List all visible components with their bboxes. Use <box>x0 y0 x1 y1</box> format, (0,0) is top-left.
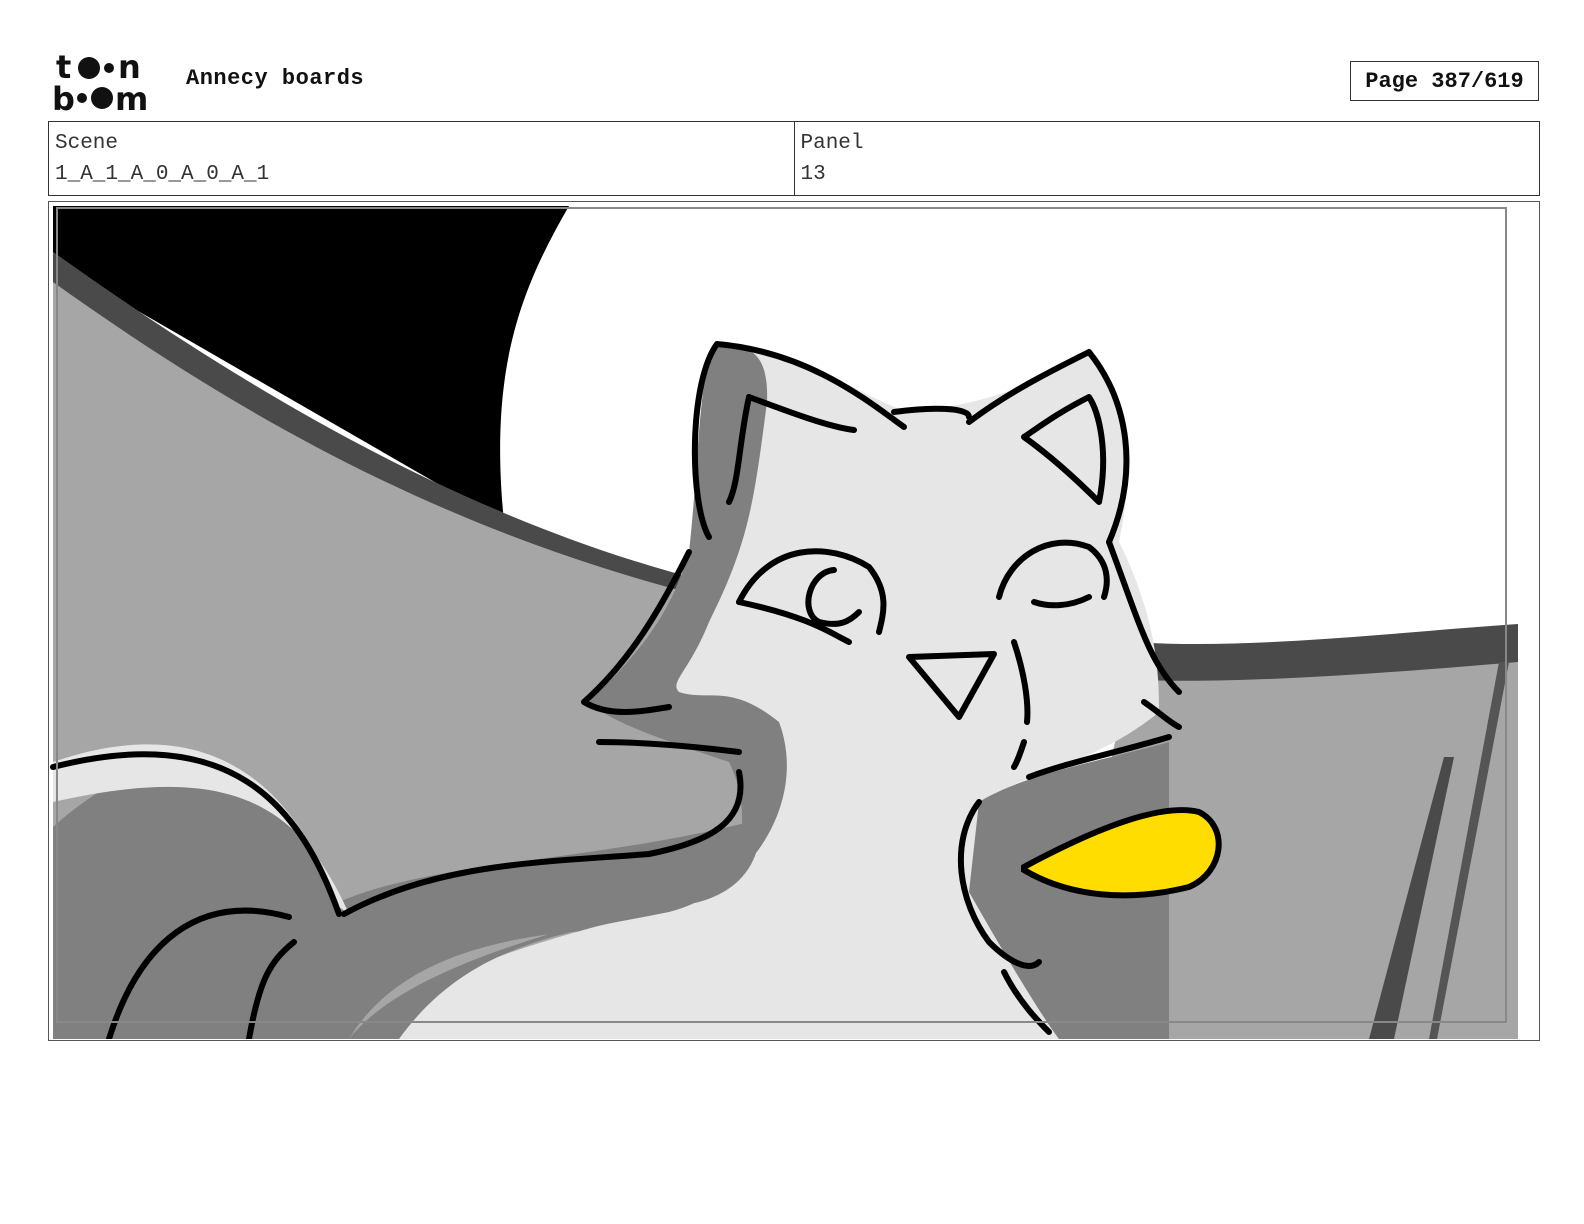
storyboard-drawing <box>49 202 1538 1039</box>
page-indicator: Page 387/619 <box>1350 61 1539 101</box>
scene-label: Scene <box>55 132 119 155</box>
panel-label: Panel <box>800 132 864 155</box>
storyboard-panel-frame <box>48 201 1540 1041</box>
svg-text:m: m <box>115 80 148 112</box>
scene-cell: Scene 1_A_1_A_0_A_0_A_1 <box>49 122 794 195</box>
svg-text:b: b <box>52 80 75 112</box>
toon-boom-logo: t n b m <box>52 48 164 118</box>
panel-value: 13 <box>800 163 826 186</box>
document-title: Annecy boards <box>186 66 365 91</box>
panel-cell: Panel 13 <box>793 122 1540 195</box>
scene-panel-info: Scene 1_A_1_A_0_A_0_A_1 Panel 13 <box>48 121 1540 196</box>
scene-value: 1_A_1_A_0_A_0_A_1 <box>55 163 270 186</box>
